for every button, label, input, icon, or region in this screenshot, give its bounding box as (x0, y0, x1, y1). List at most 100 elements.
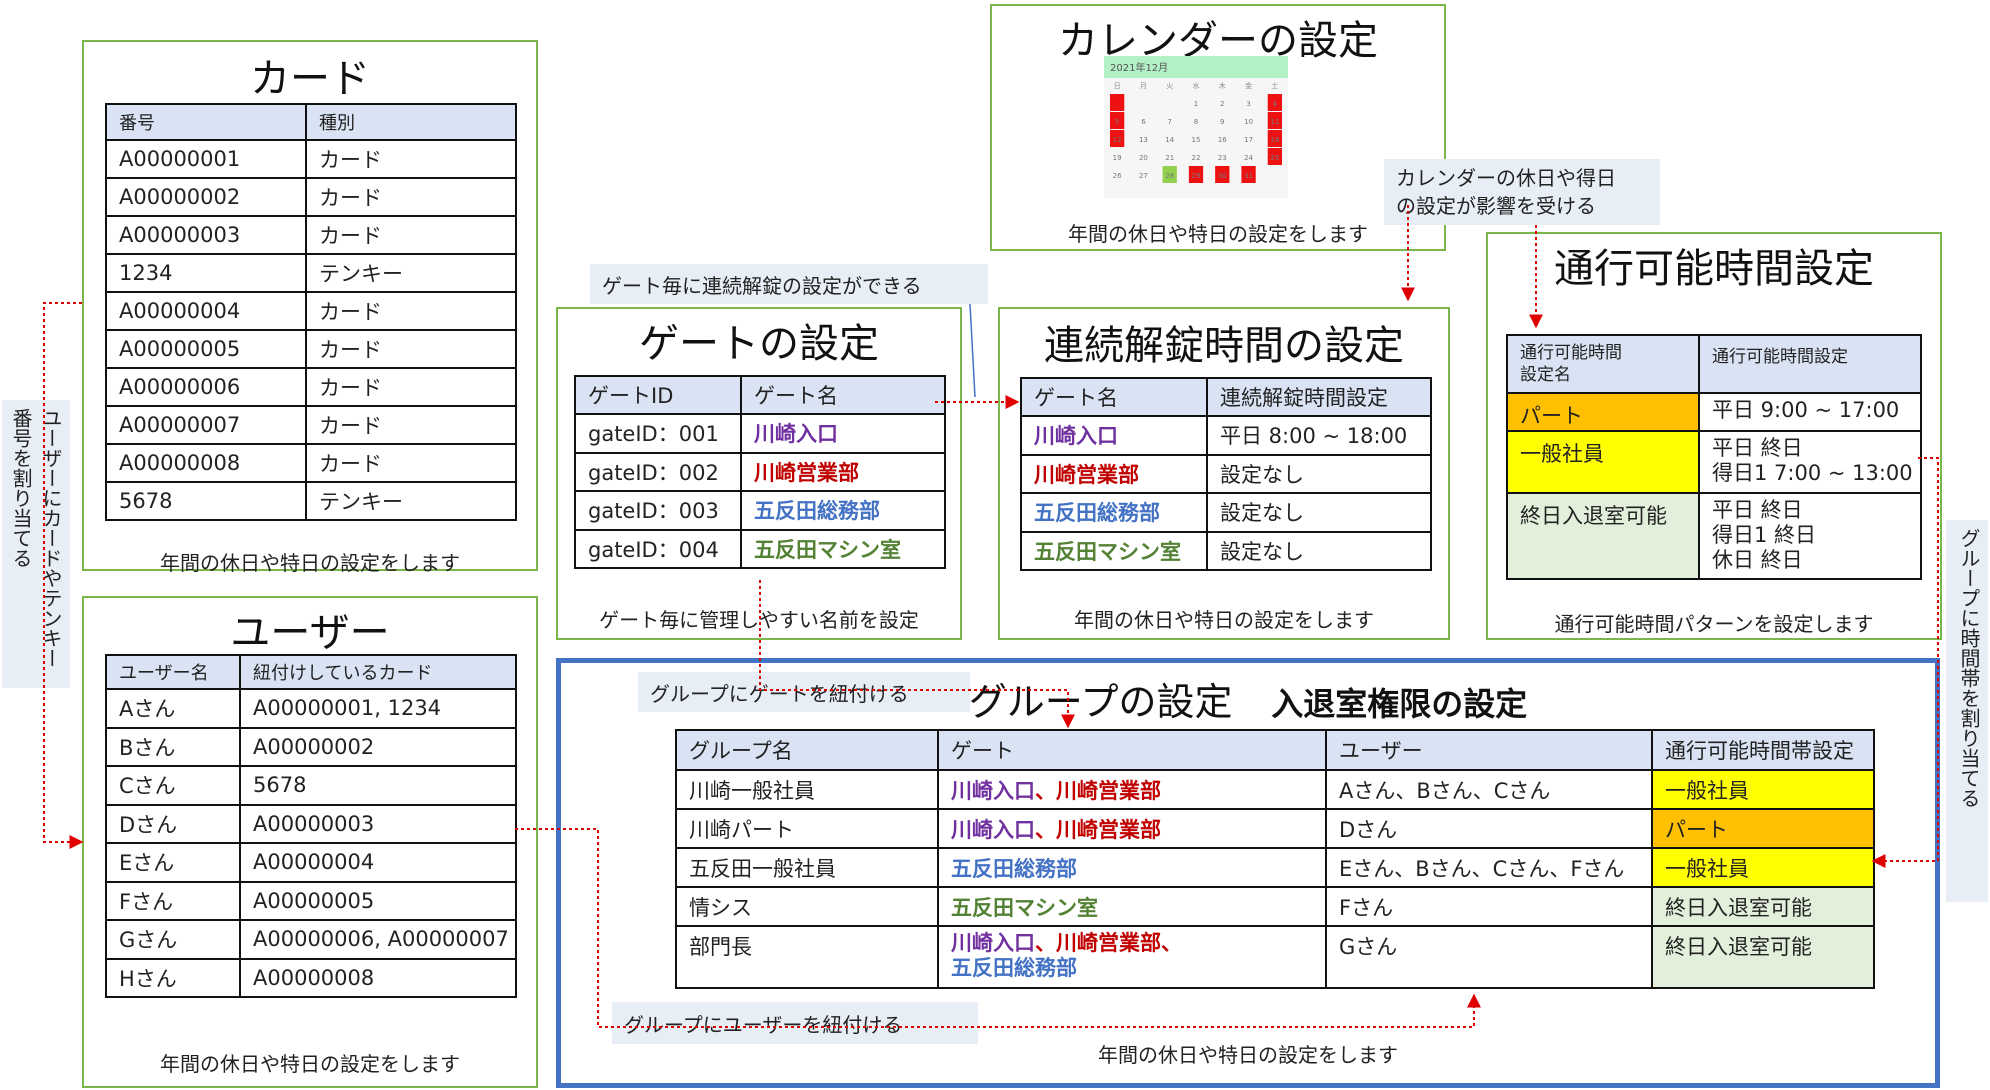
unlock-gate-cell: 川崎入口 (1020, 415, 1208, 456)
group-gate-cell: 五反田マシン室 (937, 886, 1327, 927)
calendar-month-label: 2021年12月 (1110, 61, 1168, 74)
calendar-panel: カレンダーの設定 2021年12月日月火水木金土 1 2 3 4 5 6 7 8 9 10 11 12 1… (990, 4, 1446, 251)
calendar-thumbnail: 2021年12月日月火水木金土1 2 3 45 6 7 8 9 10 1112 13 14 15 16 17… (1104, 56, 1288, 198)
unlock-setting-cell: 平日 8:00 ~ 18:00 (1206, 415, 1432, 456)
gate-id-cell: gateID：001 (574, 413, 742, 454)
table-row: 川崎営業部 設定なし (1020, 453, 1432, 494)
card-table: 番号 種別 A00000001 カード A00000002 カード A00000003 カ… (105, 103, 517, 521)
group-name-cell: 川崎パート (675, 808, 939, 849)
card-type-cell: カード (305, 405, 517, 445)
card-number-cell: A00000007 (105, 405, 307, 445)
group-gate-cell: 五反田総務部 (937, 847, 1327, 888)
card-footer: 年間の休日や特日の設定をします (160, 551, 460, 575)
unlock-header-setting: 連続解錠時間設定 (1206, 377, 1432, 417)
card-type-cell: カード (305, 443, 517, 483)
table-row: Dさん A00000003 (105, 803, 517, 844)
unlock-footer: 年間の休日や特日の設定をします (1074, 608, 1374, 632)
group-gate-name: 五反田総務部 (951, 956, 1077, 980)
calendar-day: 5 (1115, 118, 1119, 126)
card-header-number: 番号 (105, 103, 307, 141)
user-header-card: 紐付けしているカード (239, 654, 517, 690)
calendar-day: 8 (1194, 118, 1198, 126)
passtime-setting-cell: 平日 終日 得日1 7:00 ~ 13:00 (1698, 430, 1922, 494)
group-time-cell: パート (1651, 808, 1875, 849)
card-type-cell: カード (305, 139, 517, 179)
passtime-panel: 通行可能時間設定 通行可能時間 設定名 通行可能時間設定 パート 平日 9:00 … (1486, 232, 1942, 640)
calendar-day: 25 (1270, 154, 1279, 162)
unlock-setting-cell: 設定なし (1206, 492, 1432, 533)
group-header-user: ユーザー (1325, 729, 1653, 771)
calendar-day: 19 (1113, 154, 1122, 162)
group-title: グループの設定 (968, 680, 1233, 724)
table-row: 五反田総務部 設定なし (1020, 492, 1432, 533)
user-card-cell: A00000004 (239, 842, 517, 883)
table-row: gateID：004 五反田マシン室 (574, 528, 946, 569)
gate-table: ゲートID ゲート名 gateID：001 川崎入口 gateID：002 川崎営業部… (574, 375, 946, 569)
group-time-cell: 終日入退室可能 (1651, 886, 1875, 927)
note-calendar-effect: カレンダーの休日や得日 の設定が影響を受ける (1384, 159, 1660, 225)
user-name-cell: Dさん (105, 803, 241, 844)
group-subtitle: 入退室権限の設定 (1271, 685, 1528, 723)
table-row: gateID：001 川崎入口 (574, 413, 946, 454)
unlock-gate-cell: 川崎営業部 (1020, 453, 1208, 494)
calendar-weekday: 月 (1140, 82, 1147, 90)
card-number-cell: A00000005 (105, 329, 307, 369)
gate-title: ゲートの設定 (639, 321, 879, 367)
table-row: A00000002 カード (105, 177, 517, 217)
card-number-cell: 1234 (105, 253, 307, 293)
table-row: 1234 テンキー (105, 253, 517, 293)
gate-id-cell: gateID：004 (574, 528, 742, 569)
user-name-cell: Aさん (105, 688, 241, 729)
group-user-cell: Gさん (1325, 925, 1653, 989)
group-time-cell: 終日入退室可能 (1651, 925, 1875, 989)
calendar-day: 17 (1244, 136, 1253, 144)
calendar-weekday: 木 (1219, 81, 1226, 90)
user-name-cell: Hさん (105, 957, 241, 998)
group-gate-cell: 川崎入口、川崎営業部、 五反田総務部 (937, 925, 1327, 989)
unlock-title: 連続解錠時間の設定 (1044, 323, 1404, 369)
calendar-day: 11 (1270, 118, 1279, 126)
group-gate-separator: 、 (1035, 778, 1056, 803)
table-row: パート 平日 9:00 ~ 17:00 (1506, 392, 1922, 432)
group-gate-cell: 川崎入口、川崎営業部 (937, 808, 1327, 849)
group-user-cell: Dさん (1325, 808, 1653, 849)
table-row: Bさん A00000002 (105, 726, 517, 767)
group-name-cell: 川崎一般社員 (675, 769, 939, 810)
table-row: gateID：003 五反田総務部 (574, 490, 946, 531)
user-name-cell: Eさん (105, 842, 241, 883)
card-number-cell: A00000004 (105, 291, 307, 331)
passtime-header-setting: 通行可能時間設定 (1698, 334, 1922, 394)
group-gate-separator: 、 (1035, 817, 1056, 842)
calendar-footer: 年間の休日や特日の設定をします (1068, 222, 1368, 246)
group-name-cell: 五反田一般社員 (675, 847, 939, 888)
card-type-cell: テンキー (305, 253, 517, 293)
group-user-cell: Eさん、Bさん、Cさん、Fさん (1325, 847, 1653, 888)
passtime-footer: 通行可能時間パターンを設定します (1554, 612, 1874, 636)
user-name-cell: Bさん (105, 726, 241, 767)
card-number-cell: A00000008 (105, 443, 307, 483)
gate-id-cell: gateID：002 (574, 451, 742, 492)
unlock-gate-cell: 五反田マシン室 (1020, 530, 1208, 571)
user-name-cell: Fさん (105, 880, 241, 921)
passtime-name-cell: 終日入退室可能 (1506, 492, 1700, 580)
table-row: 五反田一般社員 五反田総務部 Eさん、Bさん、Cさん、Fさん 一般社員 (675, 847, 1875, 888)
unlock-setting-cell: 設定なし (1206, 530, 1432, 571)
table-row: 川崎入口 平日 8:00 ~ 18:00 (1020, 415, 1432, 456)
table-row: A00000007 カード (105, 405, 517, 445)
calendar-day: 12 (1113, 136, 1122, 144)
user-header-name: ユーザー名 (105, 654, 241, 690)
calendar-day-mark (1110, 94, 1125, 111)
gate-header-name: ゲート名 (740, 375, 946, 415)
gate-name-cell: 川崎入口 (740, 413, 946, 454)
table-row: 川崎一般社員 川崎入口、川崎営業部 Aさん、Bさん、Cさん 一般社員 (675, 769, 1875, 810)
calendar-weekday: 金 (1245, 81, 1252, 90)
table-row: 終日入退室可能 平日 終日 得日1 終日 休日 終日 (1506, 492, 1922, 580)
table-row: A00000001 カード (105, 139, 517, 179)
calendar-day: 1 (1194, 100, 1198, 108)
table-row: A00000008 カード (105, 443, 517, 483)
card-number-cell: A00000003 (105, 215, 307, 255)
table-row: A00000004 カード (105, 291, 517, 331)
unlock-panel: 連続解錠時間の設定 ゲート名 連続解錠時間設定 川崎入口 平日 8:00 ~ 18… (998, 307, 1450, 640)
user-card-cell: A00000001, 1234 (239, 688, 517, 729)
calendar-day: 23 (1218, 154, 1227, 162)
